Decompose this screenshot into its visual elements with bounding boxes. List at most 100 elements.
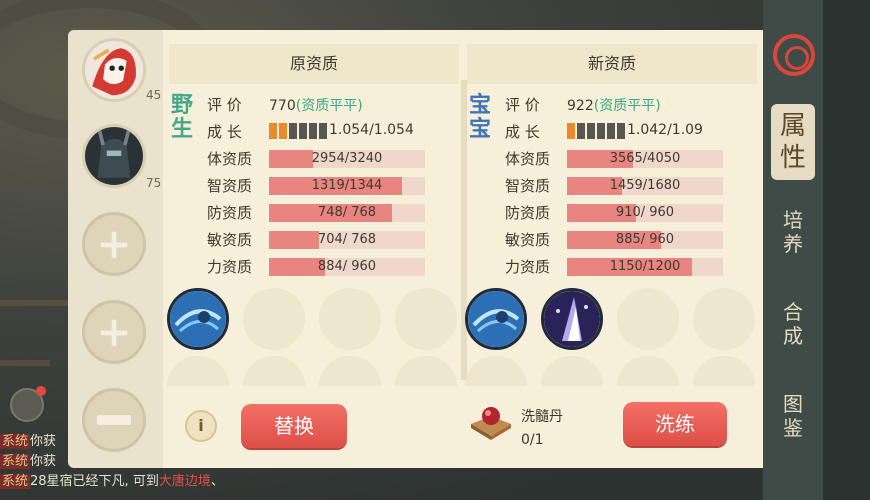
old-stat-label: 力资质 [207,258,253,276]
old-skill-slot[interactable] [319,288,381,350]
skill-arcane-icon [544,291,600,347]
growth-segment [597,123,605,139]
old-stat-bar: 704/ 768 [269,231,425,249]
growth-segment [289,123,297,139]
bead-chest-icon[interactable] [469,402,513,440]
new-stat-bar: 3565/4050 [567,150,723,168]
new-stat-label: 力资质 [505,258,551,276]
stat-value: 884/ 960 [317,259,377,274]
new-skill-slot[interactable] [617,356,679,386]
new-stat-bar: 1150/1200 [567,258,723,276]
new-skill-1[interactable] [465,288,527,350]
new-stat-bar: 1459/1680 [567,177,723,195]
new-skill-slot[interactable] [465,356,527,386]
chat-avatar[interactable] [10,386,46,422]
growth-segment [567,123,575,139]
old-skill-slot[interactable] [167,356,229,386]
growth-segment [587,123,595,139]
new-rating-label: 评 价 [505,96,540,114]
side-tabs: 属 性 培 养 合 成 图 鉴 [763,0,823,500]
pet-level-1: 45 [146,88,162,102]
new-growth-bar [567,123,625,139]
aptitude-panel: 原资质 新资质 野生 评 价 770(资质平平) 成 长 1.054/1.054… [163,30,763,468]
wild-type-label: 野生 [171,93,194,142]
growth-segment [269,123,277,139]
growth-segment [309,123,317,139]
growth-segment [279,123,287,139]
growth-segment [577,123,585,139]
skill-water-icon [468,291,524,347]
item-name: 洗髓丹 [521,409,563,425]
add-pet-slot[interactable]: + [82,300,146,364]
old-skill-1[interactable] [167,288,229,350]
tab-train[interactable]: 培 养 [771,208,815,256]
old-growth-value: 1.054/1.054 [329,122,414,138]
stat-value: 1459/1680 [609,178,681,193]
new-skill-slot[interactable] [693,356,755,386]
emblem-icon [773,34,815,76]
skill-water-icon [170,291,226,347]
tab-attributes[interactable]: 属 性 [771,104,815,180]
old-stat-bar: 1319/1344 [269,177,425,195]
old-stat-bar: 884/ 960 [269,258,425,276]
baby-type-label: 宝宝 [469,93,492,142]
new-growth-value: 1.042/1.09 [627,122,703,138]
new-stat-label: 体资质 [505,150,551,168]
growth-segment [319,123,327,139]
growth-segment [299,123,307,139]
new-stat-label: 智资质 [505,177,551,195]
old-stat-label: 防资质 [207,204,253,222]
old-stat-bar: 748/ 768 [269,204,425,222]
stat-value: 885/ 960 [615,232,675,247]
stat-value: 2954/3240 [311,151,383,166]
pet-list: 45 75 + + [68,30,164,468]
old-skill-slot[interactable] [395,356,457,386]
minus-icon [97,415,131,425]
new-rating-value: 922(资质平平) [567,98,661,114]
old-skill-slot[interactable] [243,356,305,386]
chat-line: 系统 你获 [0,454,57,469]
chat-line: 系统 你获 [0,434,57,449]
stat-value: 1319/1344 [311,178,383,193]
stat-value: 1150/1200 [609,259,681,274]
new-skill-slot[interactable] [541,356,603,386]
chat-log[interactable]: 系统 你获 系统 你获 系统 28星宿已经下凡, 可到大唐边境、 [0,428,330,500]
old-skill-slot[interactable] [319,356,381,386]
tab-codex[interactable]: 图 鉴 [771,392,815,440]
old-stat-label: 体资质 [207,150,253,168]
add-pet-slot[interactable]: + [82,212,146,276]
pet-portrait-icon [85,127,143,185]
pet-avatar-2[interactable] [82,124,146,188]
plus-icon: + [96,219,132,268]
stat-value: 748/ 768 [317,205,377,220]
pet-level-2: 75 [146,176,162,190]
plus-icon: + [96,307,132,356]
old-stat-label: 敏资质 [207,231,253,249]
new-stat-bar: 885/ 960 [567,231,723,249]
new-aptitude-header: 新资质 [587,54,636,73]
chat-line: 系统 28星宿已经下凡, 可到大唐边境、 [0,474,224,489]
old-growth-bar [269,123,327,139]
new-stat-bar: 910/ 960 [567,204,723,222]
old-rating-label: 评 价 [207,96,242,114]
pet-portrait-icon [85,41,143,99]
new-stat-label: 敏资质 [505,231,551,249]
growth-segment [617,123,625,139]
old-stat-label: 智资质 [207,177,253,195]
old-skill-slot[interactable] [243,288,305,350]
new-skill-2[interactable] [541,288,603,350]
old-skill-slot[interactable] [395,288,457,350]
old-rating-value: 770(资质平平) [269,98,363,114]
tab-combine[interactable]: 合 成 [771,300,815,348]
stat-value: 704/ 768 [317,232,377,247]
new-growth-label: 成 长 [505,123,540,141]
stat-value: 910/ 960 [615,205,675,220]
item-count: 0/1 [521,432,544,448]
old-stat-bar: 2954/3240 [269,150,425,168]
pet-avatar-1[interactable] [82,38,146,102]
growth-segment [607,123,615,139]
old-aptitude-header: 原资质 [289,54,338,73]
new-skill-slot[interactable] [693,288,755,350]
new-skill-slot[interactable] [617,288,679,350]
refine-button[interactable]: 洗练 [623,402,727,446]
